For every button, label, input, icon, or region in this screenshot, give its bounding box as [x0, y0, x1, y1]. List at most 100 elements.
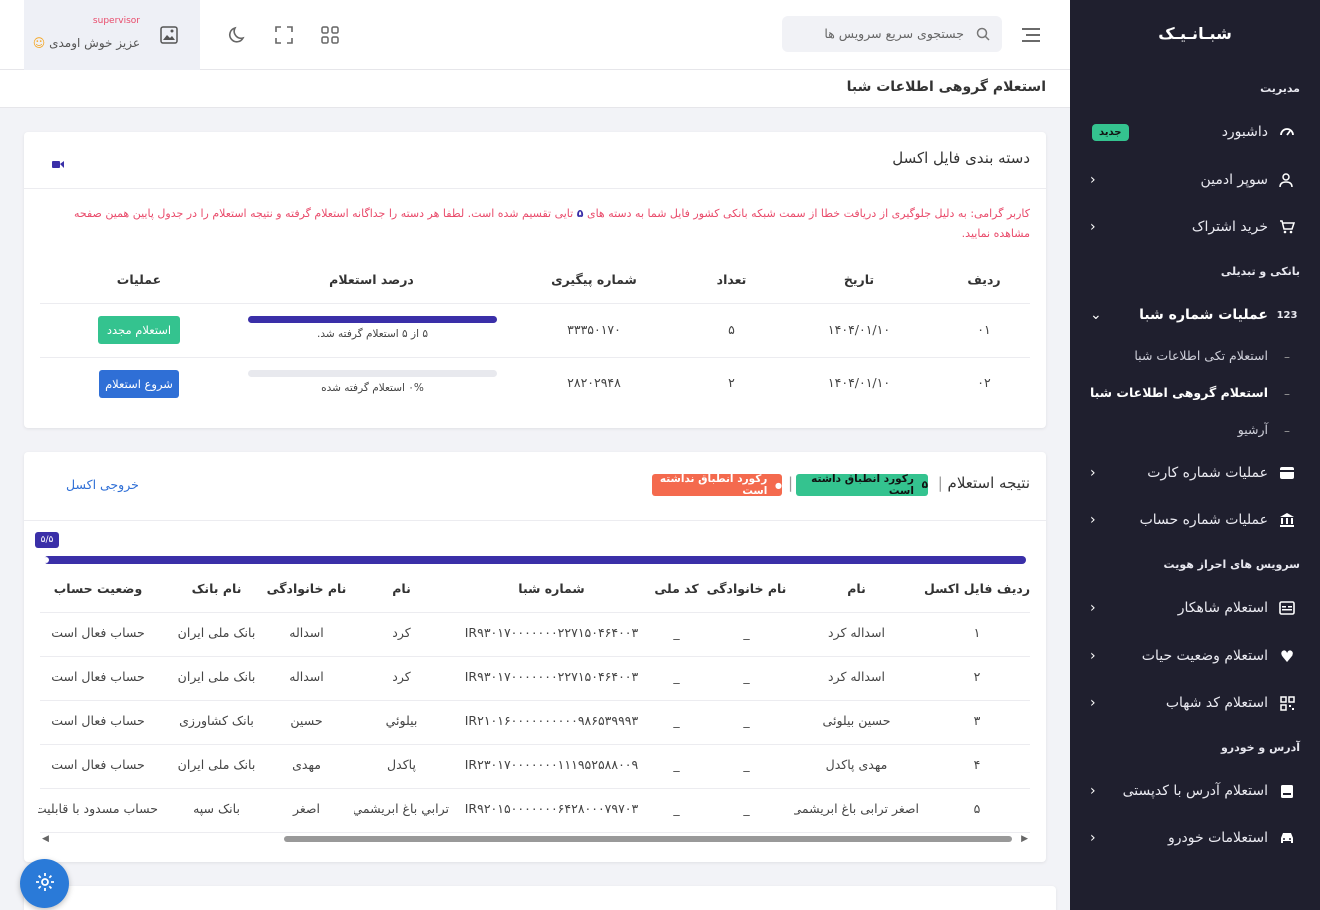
cell-sheba: IR۹۳۰۱۷۰۰۰۰۰۰۰۲۲۷۱۵۰۴۶۴۰۰۳	[464, 625, 639, 640]
gear-icon	[35, 872, 55, 896]
menu-toggle-icon[interactable]	[1020, 26, 1042, 48]
cell-status: حساب مسدود با قابليت	[38, 801, 158, 816]
cell-bank: بانک ملی ایران	[177, 669, 256, 684]
cell-family: _	[743, 757, 750, 772]
results-card: نتیجه استعلام | ۵ رکورد انطباق داشته است…	[24, 452, 1046, 862]
sidebar-item-car[interactable]: استعلامات خودرو ‹	[1070, 818, 1320, 858]
sidebar-item-dashboard[interactable]: داشبورد جدید	[1070, 112, 1320, 152]
sidebar-subitem-single[interactable]: استعلام تکی اطلاعات شبا	[1134, 348, 1268, 363]
sidebar-item-label: استعلامات خودرو	[1168, 830, 1268, 846]
scroll-right-icon: ▶	[1021, 834, 1028, 844]
sidebar-item-sheba-ops[interactable]: 123 عملیات شماره شبا ⌄	[1070, 295, 1320, 335]
col-header-family: نام خانوادگی	[706, 581, 787, 596]
topbar: supervisor عزیز خوش اومدی ☺ جستجوی سریع …	[0, 0, 1070, 70]
user-name: supervisor	[92, 16, 140, 26]
start-inquiry-button[interactable]: شروع استعلام	[99, 370, 179, 398]
avatar	[160, 26, 178, 48]
user-menu[interactable]: supervisor عزیز خوش اومدی ☺	[24, 0, 200, 70]
fullscreen-icon[interactable]	[274, 25, 294, 49]
page-title: استعلام گروهی اطلاعات شبا	[846, 79, 1046, 95]
cell-bank-family: اسداله	[289, 669, 324, 684]
cell-excel-row: ۴	[973, 757, 981, 772]
export-excel-link[interactable]: خروجی اکسل	[66, 477, 139, 492]
cell-status: حساب فعال است	[51, 669, 145, 684]
dark-mode-icon[interactable]	[228, 25, 248, 49]
progress-text: ۰% استعلام گرفته شده	[321, 382, 424, 394]
progress-fill	[248, 316, 497, 323]
sidebar-item-label: عملیات شماره شبا	[1139, 307, 1268, 323]
sidebar: شبـانـیـک مدیریت داشبورد جدید سوپر ادمین…	[1070, 0, 1320, 910]
sidebar-item-card-ops[interactable]: عملیات شماره کارت ‹	[1070, 453, 1320, 493]
sidebar-item-shahab[interactable]: استعلام کد شهاب ‹	[1070, 683, 1320, 723]
progress-bar	[248, 370, 497, 377]
sidebar-item-shahkar[interactable]: استعلام شاهکار ‹	[1070, 588, 1320, 628]
search-placeholder: جستجوی سریع سرویس ها	[824, 26, 964, 41]
matched-badge: ۵ رکورد انطباق داشته است	[796, 473, 928, 497]
section-management: مدیریت	[1260, 82, 1300, 95]
apps-grid-icon[interactable]	[320, 25, 340, 49]
sidebar-item-life-status[interactable]: ♥ استعلام وضعیت حیات ‹	[1070, 636, 1320, 676]
sidebar-item-super-admin[interactable]: سوپر ادمین ‹	[1070, 160, 1320, 200]
row-divider	[40, 612, 1030, 613]
cell-bank-family: اصغر	[292, 801, 320, 816]
settings-fab[interactable]	[20, 859, 69, 908]
cell-excel-row: ۲	[973, 669, 981, 684]
retry-inquiry-button[interactable]: استعلام مجدد	[98, 316, 180, 344]
batch-card: دسته بندی فایل اکسل کاربر گرامی: به دلیل…	[24, 132, 1046, 428]
col-header-bank-family: نام خانوادگی	[266, 581, 347, 596]
progress-knob	[43, 557, 49, 563]
mailbox-icon	[1278, 782, 1296, 800]
cell-national-code: _	[673, 713, 680, 728]
sidebar-subitem-archive[interactable]: آرشیو	[1238, 422, 1268, 437]
col-header-tracking: شماره پیگیری	[551, 272, 637, 287]
row-divider	[40, 700, 1030, 701]
cell-national-code: _	[673, 757, 680, 772]
cell-bank: بانک ملی ایران	[177, 757, 256, 772]
col-header-name: نام	[847, 581, 866, 596]
cell-tracking: ۳۳۳۵۰۱۷۰	[567, 322, 621, 337]
search-input[interactable]: جستجوی سریع سرویس ها	[782, 16, 1002, 52]
car-icon	[1278, 829, 1296, 847]
brand-logo[interactable]: شبـانـیـک	[1070, 0, 1320, 66]
video-icon[interactable]	[52, 154, 64, 168]
sidebar-item-subscription[interactable]: خرید اشتراک ‹	[1070, 207, 1320, 247]
horizontal-scrollbar[interactable]: ◀ ▶	[42, 834, 1028, 844]
cell-excel-row: ۵	[973, 801, 981, 816]
cell-bank: بانک کشاورزی	[179, 713, 254, 728]
chevron-left-icon: ‹	[1090, 172, 1096, 188]
sidebar-subitem-group[interactable]: استعلام گروهی اطلاعات شبا	[1090, 385, 1268, 400]
col-header-sheba: شماره شبا	[518, 581, 585, 596]
sub-dash: –	[1284, 387, 1290, 401]
cell-row: ۰۲	[977, 375, 991, 390]
results-title: نتیجه استعلام |	[937, 474, 1030, 492]
sidebar-item-label: سوپر ادمین	[1200, 172, 1268, 188]
cell-excel-row: ۱	[973, 625, 981, 640]
cell-bank-name: پاکدل	[387, 757, 416, 772]
col-header-excel-row: ردیف فایل اکسل	[923, 581, 1031, 596]
sidebar-item-label: استعلام کد شهاب	[1165, 695, 1268, 711]
progress-bar	[248, 316, 497, 323]
sidebar-item-label: استعلام شاهکار	[1177, 600, 1268, 616]
cell-national-code: _	[673, 801, 680, 816]
col-header-bank: نام بانک	[191, 581, 242, 596]
cell-status: حساب فعال است	[51, 757, 145, 772]
cell-bank: بانک سپه	[193, 801, 240, 816]
sidebar-item-label: عملیات شماره کارت	[1147, 465, 1268, 481]
cell-sheba: IR۹۳۰۱۷۰۰۰۰۰۰۰۲۲۷۱۵۰۴۶۴۰۰۳	[464, 669, 639, 684]
row-divider	[40, 656, 1030, 657]
welcome-text: عزیز خوش اومدی ☺	[32, 36, 140, 50]
chevron-left-icon: ‹	[1090, 219, 1096, 235]
sidebar-item-account-ops[interactable]: عملیات شماره حساب ‹	[1070, 500, 1320, 540]
qr-icon	[1278, 694, 1296, 712]
cell-name: اسداله کرد	[828, 669, 885, 684]
col-header-status: وضعیت حساب	[53, 581, 143, 596]
cell-sheba: IR۲۳۰۱۷۰۰۰۰۰۰۰۱۱۱۹۵۲۵۸۸۰۰۹	[464, 757, 639, 772]
cell-family: _	[743, 801, 750, 816]
smile-emoji-icon: ☺	[32, 36, 46, 50]
chevron-left-icon: ‹	[1090, 695, 1096, 711]
cell-tracking: ۲۸۲۰۲۹۴۸	[567, 375, 621, 390]
chevron-left-icon: ‹	[1090, 465, 1096, 481]
sidebar-item-postal[interactable]: استعلام آدرس با کدپستی ‹	[1070, 771, 1320, 811]
col-header-actions: عملیات	[116, 272, 162, 287]
scroll-thumb[interactable]	[284, 836, 1012, 842]
